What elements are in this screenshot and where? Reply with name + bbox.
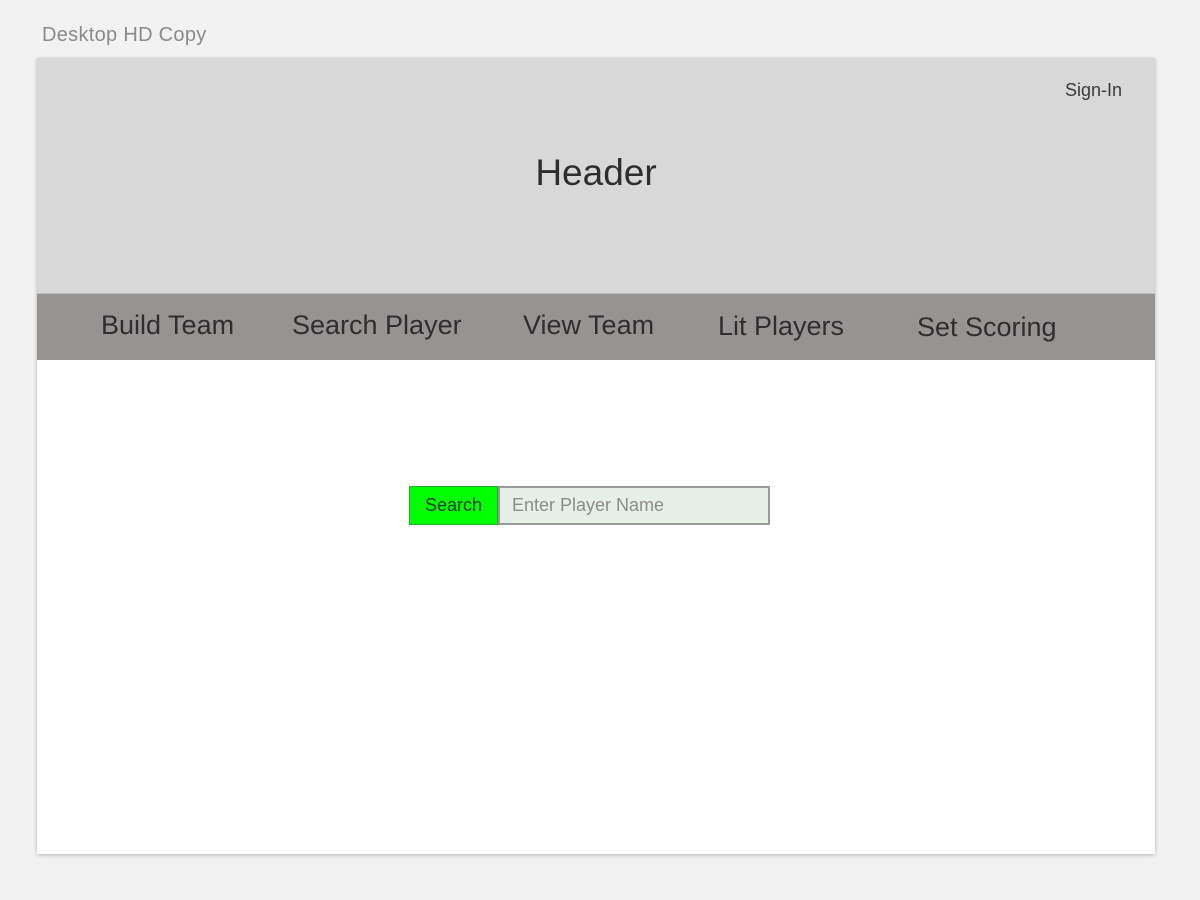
- artboard-label: Desktop HD Copy: [42, 24, 207, 46]
- page-artboard: Sign-In Header Build Team Search Player …: [37, 58, 1155, 854]
- nav-item-set-scoring[interactable]: Set Scoring: [917, 312, 1057, 343]
- player-search-bar: Search: [409, 486, 770, 525]
- nav-item-search-player[interactable]: Search Player: [292, 310, 462, 341]
- search-button[interactable]: Search: [409, 486, 498, 525]
- nav-bar: Build Team Search Player View Team Lit P…: [37, 294, 1155, 360]
- nav-item-view-team[interactable]: View Team: [523, 310, 654, 341]
- player-name-input[interactable]: [498, 486, 770, 525]
- nav-item-lit-players[interactable]: Lit Players: [718, 311, 844, 342]
- page-title: Header: [535, 152, 657, 193]
- header: Sign-In Header: [37, 58, 1155, 294]
- sign-in-link[interactable]: Sign-In: [1065, 80, 1122, 101]
- nav-item-build-team[interactable]: Build Team: [101, 310, 234, 341]
